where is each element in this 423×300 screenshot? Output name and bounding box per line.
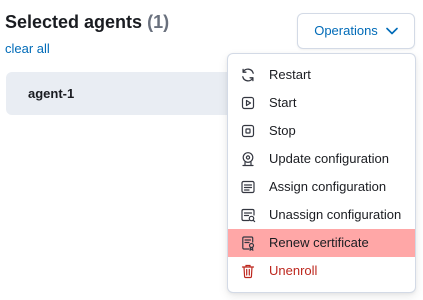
agent-name: agent-1 bbox=[28, 86, 75, 101]
refresh-icon bbox=[240, 67, 256, 83]
play-icon bbox=[240, 95, 256, 111]
menu-item-restart[interactable]: Restart bbox=[228, 61, 415, 89]
assign-configuration-icon bbox=[240, 179, 256, 195]
update-configuration-icon bbox=[240, 151, 256, 167]
menu-item-label: Assign configuration bbox=[269, 179, 387, 194]
menu-item-label: Restart bbox=[269, 67, 311, 82]
trash-icon bbox=[240, 263, 256, 279]
menu-item-assign-configuration[interactable]: Assign configuration bbox=[228, 173, 415, 201]
certificate-icon bbox=[240, 235, 256, 251]
selected-agents-panel: Selected agents (1) clear all agent-1 Op… bbox=[0, 0, 423, 300]
title-text: Selected agents bbox=[5, 12, 143, 32]
operations-button[interactable]: Operations bbox=[297, 13, 415, 49]
menu-item-update-configuration[interactable]: Update configuration bbox=[228, 145, 415, 173]
unassign-configuration-icon bbox=[240, 207, 256, 223]
menu-item-label: Update configuration bbox=[269, 151, 389, 166]
chevron-down-icon bbox=[385, 27, 398, 35]
menu-item-unassign-configuration[interactable]: Unassign configuration bbox=[228, 201, 415, 229]
menu-item-unenroll[interactable]: Unenroll bbox=[228, 257, 415, 285]
menu-item-label: Renew certificate bbox=[269, 235, 369, 250]
menu-item-label: Start bbox=[269, 95, 297, 110]
operations-menu: Restart Start Stop Update configuration … bbox=[227, 53, 416, 293]
operations-label: Operations bbox=[314, 23, 378, 38]
clear-all-link[interactable]: clear all bbox=[5, 40, 50, 58]
page-title: Selected agents (1) bbox=[5, 10, 169, 34]
stop-icon bbox=[240, 123, 256, 139]
menu-item-start[interactable]: Start bbox=[228, 89, 415, 117]
menu-item-label: Unassign configuration bbox=[269, 207, 402, 222]
menu-item-renew-certificate[interactable]: Renew certificate bbox=[228, 229, 415, 257]
menu-item-stop[interactable]: Stop bbox=[228, 117, 415, 145]
menu-item-label: Unenroll bbox=[269, 263, 318, 278]
selected-count: (1) bbox=[147, 12, 170, 32]
menu-item-label: Stop bbox=[269, 123, 296, 138]
agent-card: agent-1 bbox=[6, 72, 246, 115]
